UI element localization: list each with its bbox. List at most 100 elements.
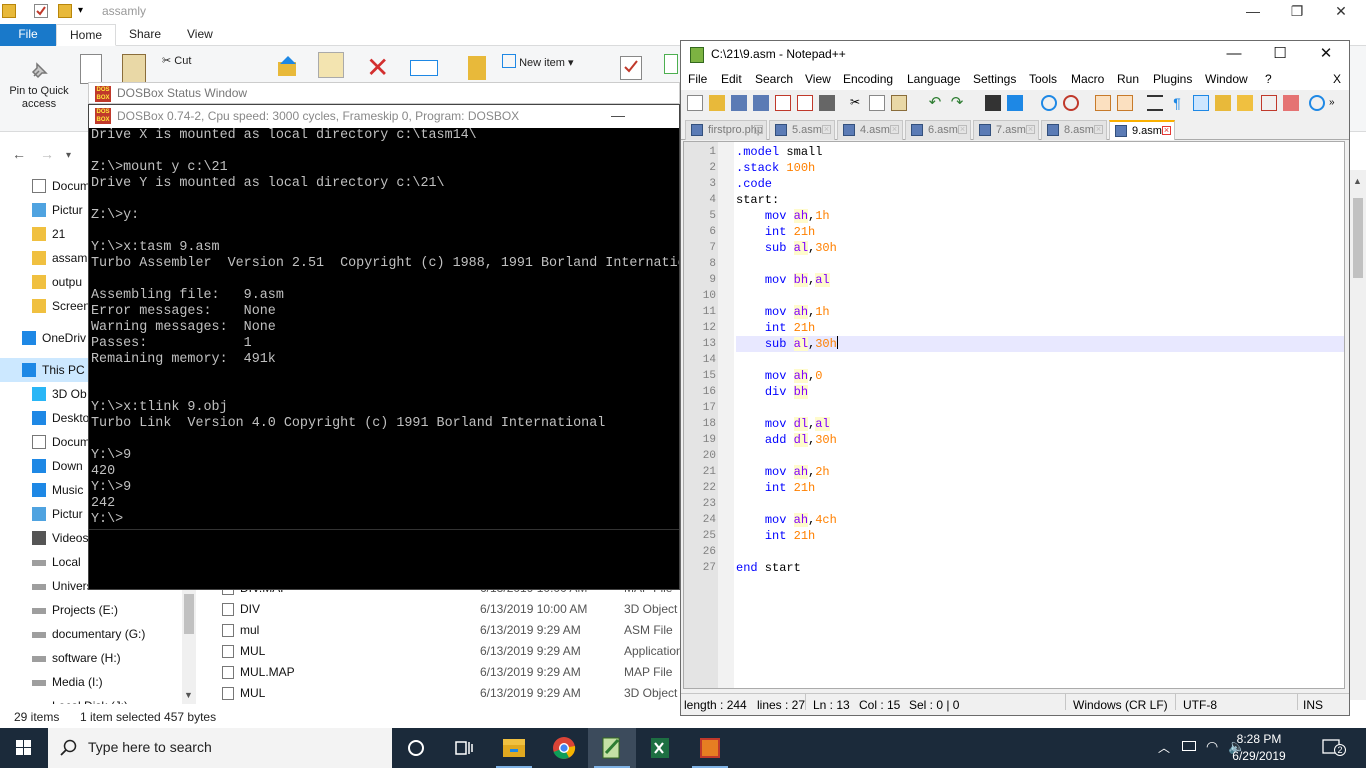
close-all-icon[interactable]: [797, 95, 813, 111]
move-to-icon[interactable]: [276, 54, 300, 78]
scroll-down-icon[interactable]: ▼: [184, 690, 193, 700]
word-wrap-icon[interactable]: [1147, 95, 1163, 111]
code-line[interactable]: int 21h: [736, 224, 1344, 240]
menu-view[interactable]: View: [805, 72, 831, 86]
code-line[interactable]: [736, 352, 1344, 368]
code-line[interactable]: mov dl,al: [736, 416, 1344, 432]
copy-to-icon[interactable]: [318, 52, 344, 78]
back-arrow-icon[interactable]: ←: [12, 146, 26, 162]
menu-edit[interactable]: Edit: [721, 72, 742, 86]
file-row[interactable]: mul 6/13/2019 9:29 AM ASM File: [200, 620, 680, 641]
dosbox-status-window[interactable]: DOS BOX DOSBox Status Window: [88, 82, 680, 104]
tab-home[interactable]: Home: [56, 24, 117, 46]
taskbar-chrome[interactable]: [540, 728, 588, 768]
dosbox-window[interactable]: DOS BOX DOSBox 0.74-2, Cpu speed: 3000 cy…: [88, 104, 680, 590]
code-line[interactable]: int 21h: [736, 320, 1344, 336]
minimize-button[interactable]: —: [1230, 0, 1276, 24]
code-line[interactable]: .model small: [736, 144, 1344, 160]
properties-icon[interactable]: [34, 4, 48, 18]
tab-close-icon[interactable]: ×: [822, 125, 831, 134]
save-all-icon[interactable]: [753, 95, 769, 111]
code-line[interactable]: [736, 288, 1344, 304]
customize-quick-access-icon[interactable]: ▾: [78, 4, 92, 18]
tab-view[interactable]: View: [174, 24, 226, 46]
code-line[interactable]: mov ah,2h: [736, 464, 1344, 480]
print-icon[interactable]: [819, 95, 835, 111]
code-line[interactable]: .stack 100h: [736, 160, 1344, 176]
tab-share[interactable]: Share: [116, 24, 174, 46]
tab-5-asm[interactable]: 5.asm ×: [769, 120, 835, 140]
dosbox-titlebar[interactable]: DOS BOX DOSBox 0.74-2, Cpu speed: 3000 cy…: [89, 105, 679, 128]
code-line[interactable]: div bh: [736, 384, 1344, 400]
tab-7-asm[interactable]: 7.asm ×: [973, 120, 1039, 140]
forward-arrow-icon[interactable]: →: [40, 146, 54, 162]
code-line[interactable]: start:: [736, 192, 1344, 208]
code-line[interactable]: add dl,30h: [736, 432, 1344, 448]
menu-window[interactable]: Window: [1205, 72, 1248, 86]
sync-vertical-icon[interactable]: [1095, 95, 1111, 111]
tab-close-icon[interactable]: ×: [1162, 126, 1171, 135]
start-button[interactable]: [0, 728, 48, 768]
code-line[interactable]: [736, 544, 1344, 560]
paste-icon[interactable]: [891, 95, 907, 111]
code-line[interactable]: sub al,30h: [736, 336, 1344, 352]
monitoring-eye-icon[interactable]: [1309, 95, 1325, 111]
tab-8-asm[interactable]: 8.asm ×: [1041, 120, 1107, 140]
sidebar-item[interactable]: software (H:): [0, 646, 196, 670]
code-line[interactable]: mov ah,0: [736, 368, 1344, 384]
folder-as-workspace-icon[interactable]: [1283, 95, 1299, 111]
paste-icon[interactable]: [122, 54, 146, 84]
close-button[interactable]: ✕: [1303, 43, 1349, 67]
cut-icon[interactable]: ✂: [847, 95, 863, 111]
code-line[interactable]: [736, 256, 1344, 272]
close-button[interactable]: ✕: [1318, 0, 1364, 24]
toolbar-overflow-icon[interactable]: »: [1329, 95, 1345, 111]
new-folder-icon[interactable]: [58, 4, 72, 18]
copy-icon[interactable]: [869, 95, 885, 111]
scroll-up-icon[interactable]: ▲: [1353, 176, 1362, 186]
maximize-button[interactable]: ☐: [1257, 43, 1303, 67]
taskbar-search-box[interactable]: Type here to search: [48, 728, 392, 768]
notification-center-button[interactable]: 2: [1322, 738, 1346, 758]
file-list-scrollbar[interactable]: ▲: [1350, 170, 1366, 700]
sidebar-item[interactable]: Projects (E:): [0, 598, 196, 622]
notepadpp-titlebar[interactable]: C:\21\9.asm - Notepad++ — ☐ ✕: [681, 41, 1349, 69]
tab-close-icon[interactable]: ×: [754, 125, 763, 134]
sync-horizontal-icon[interactable]: [1117, 95, 1133, 111]
new-folder-icon[interactable]: [468, 56, 486, 80]
sidebar-item[interactable]: Local Disk (J:): [0, 694, 196, 704]
code-line[interactable]: .code: [736, 176, 1344, 192]
scrollbar-thumb[interactable]: [1353, 198, 1363, 278]
code-line[interactable]: int 21h: [736, 528, 1344, 544]
tab-file[interactable]: File: [0, 24, 56, 46]
clock-time[interactable]: 8:28 PM: [1224, 732, 1294, 746]
cortana-button[interactable]: [392, 728, 440, 768]
menu-tools[interactable]: Tools: [1029, 72, 1057, 86]
tab-6-asm[interactable]: 6.asm ×: [905, 120, 971, 140]
menu-encoding[interactable]: Encoding: [843, 72, 893, 86]
menu-run[interactable]: Run: [1117, 72, 1139, 86]
user-language-icon[interactable]: [1215, 95, 1231, 111]
code-editor[interactable]: 1 2 3 4 5 6 7 8 9 10 11 12 13 14 15 16 17 18 19 20 21 22 23 24 2…: [683, 141, 1345, 689]
indent-guide-icon[interactable]: [1193, 95, 1209, 111]
code-line[interactable]: int 21h: [736, 480, 1344, 496]
file-row[interactable]: MUL 6/13/2019 9:29 AM 3D Object: [200, 683, 680, 704]
menu-search[interactable]: Search: [755, 72, 793, 86]
document-map-icon[interactable]: [1237, 95, 1253, 111]
rename-icon[interactable]: [410, 60, 438, 76]
properties-icon[interactable]: [620, 56, 642, 80]
copy-icon[interactable]: [80, 54, 102, 84]
save-icon[interactable]: [731, 95, 747, 111]
code-line[interactable]: mov ah,1h: [736, 304, 1344, 320]
zoom-out-icon[interactable]: [1063, 95, 1079, 111]
code-line[interactable]: mov bh,al: [736, 272, 1344, 288]
minimize-button[interactable]: —: [611, 107, 625, 123]
code-line[interactable]: mov ah,4ch: [736, 512, 1344, 528]
menu-help[interactable]: ?: [1265, 72, 1272, 86]
menu-language[interactable]: Language: [907, 72, 960, 86]
menu-plugins[interactable]: Plugins: [1153, 72, 1192, 86]
code-line[interactable]: sub al,30h: [736, 240, 1344, 256]
tab-close-icon[interactable]: ×: [1026, 125, 1035, 134]
battery-icon[interactable]: [1182, 741, 1196, 751]
code-line[interactable]: end start: [736, 560, 1344, 576]
